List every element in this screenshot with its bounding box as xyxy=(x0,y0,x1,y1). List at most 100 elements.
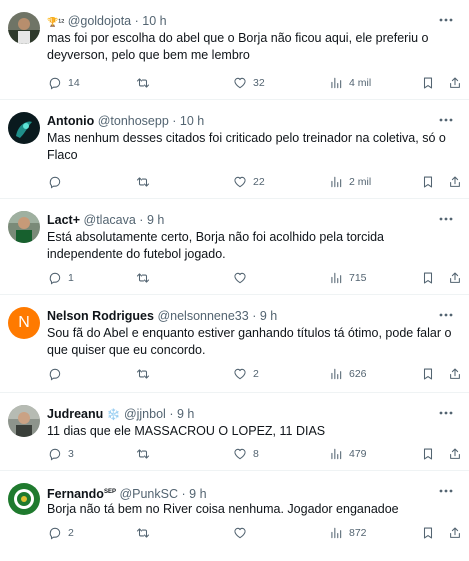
share-button[interactable] xyxy=(448,173,462,191)
user-name[interactable]: Lact+ xyxy=(47,213,80,227)
user-name[interactable]: Fernando xyxy=(47,487,104,501)
user-handle[interactable]: @jjnbol xyxy=(124,407,166,421)
more-options-icon[interactable] xyxy=(437,483,455,499)
share-button[interactable] xyxy=(448,524,462,542)
like-count: 8 xyxy=(253,448,259,460)
timestamp[interactable]: 10 h xyxy=(142,14,166,28)
retweet-button[interactable] xyxy=(136,173,156,191)
user-name[interactable]: Antonio xyxy=(47,114,94,128)
user-handle[interactable]: @tonhosepp xyxy=(98,114,169,128)
views-icon xyxy=(331,77,342,89)
like-button[interactable]: 22 xyxy=(233,173,265,191)
retweet-button[interactable] xyxy=(136,365,156,383)
share-button[interactable] xyxy=(448,365,462,383)
views-button[interactable]: 4 mil xyxy=(329,74,371,92)
retweet-button[interactable] xyxy=(136,74,156,92)
avatar[interactable] xyxy=(8,211,40,243)
user-handle[interactable]: @PunkSC xyxy=(119,487,178,501)
avatar[interactable] xyxy=(8,112,40,144)
share-button[interactable] xyxy=(448,445,462,463)
like-button[interactable]: 32 xyxy=(233,74,265,92)
tweet[interactable]: Judreanu ❄️ @jjnbol · 9 h 11 dias que el… xyxy=(0,393,469,471)
like-button[interactable] xyxy=(233,524,253,542)
heart-icon xyxy=(234,448,246,460)
action-bar: 14 32 4 mil xyxy=(47,74,461,92)
reply-button[interactable] xyxy=(48,173,68,191)
views-button[interactable]: 872 xyxy=(329,524,367,542)
timestamp[interactable]: 9 h xyxy=(189,487,206,501)
retweet-button[interactable] xyxy=(136,269,156,287)
user-handle[interactable]: @goldojota xyxy=(68,14,131,28)
like-count: 22 xyxy=(253,176,265,188)
reply-icon xyxy=(49,176,61,189)
reply-button[interactable]: 3 xyxy=(48,445,74,463)
retweet-button[interactable] xyxy=(136,445,156,463)
more-options-icon[interactable] xyxy=(437,12,455,28)
more-options-icon[interactable] xyxy=(437,307,455,323)
like-button[interactable] xyxy=(233,269,253,287)
bookmark-icon xyxy=(423,176,433,188)
avatar[interactable] xyxy=(8,12,40,44)
bookmark-button[interactable] xyxy=(421,173,435,191)
tweet-header: Antonio @tonhosepp · 10 h xyxy=(47,113,429,129)
avatar[interactable] xyxy=(8,483,40,515)
tweet[interactable]: Lact+ @tlacava · 9 h Está absolutamente … xyxy=(0,199,469,295)
heart-icon xyxy=(234,368,246,380)
more-options-icon[interactable] xyxy=(437,112,455,128)
like-button[interactable]: 8 xyxy=(233,445,259,463)
tweet-header: 🏆¹² @goldojota · 10 h xyxy=(47,13,429,30)
like-count: 32 xyxy=(253,77,265,89)
bookmark-icon xyxy=(423,448,433,460)
tweet-header: Lact+ @tlacava · 9 h xyxy=(47,212,429,228)
bookmark-icon xyxy=(423,527,433,539)
retweet-button[interactable] xyxy=(136,524,156,542)
bookmark-button[interactable] xyxy=(421,524,435,542)
tweet[interactable]: N Nelson Rodrigues @nelsonnene33 · 9 h S… xyxy=(0,295,469,393)
share-button[interactable] xyxy=(448,269,462,287)
reply-count: 2 xyxy=(68,527,74,539)
share-button[interactable] xyxy=(448,74,462,92)
avatar[interactable]: N xyxy=(8,307,40,339)
bookmark-button[interactable] xyxy=(421,365,435,383)
like-button[interactable]: 2 xyxy=(233,365,259,383)
action-bar: 2 626 xyxy=(47,365,461,383)
views-icon xyxy=(331,272,342,284)
reply-button[interactable] xyxy=(48,365,68,383)
timestamp[interactable]: 10 h xyxy=(180,114,204,128)
user-handle[interactable]: @tlacava xyxy=(84,213,136,227)
more-options-icon[interactable] xyxy=(437,405,455,421)
bookmark-icon xyxy=(423,77,433,89)
timestamp[interactable]: 9 h xyxy=(177,407,194,421)
share-icon xyxy=(450,77,460,88)
views-button[interactable]: 479 xyxy=(329,445,367,463)
bookmark-icon xyxy=(423,368,433,380)
reply-button[interactable]: 2 xyxy=(48,524,74,542)
tweet[interactable]: Antonio @tonhosepp · 10 h Mas nenhum des… xyxy=(0,100,469,199)
tweet-text: Mas nenhum desses citados foi criticado … xyxy=(47,131,446,162)
reply-button[interactable]: 1 xyxy=(48,269,74,287)
avatar[interactable] xyxy=(8,405,40,437)
views-count: 626 xyxy=(349,368,367,380)
user-handle[interactable]: @nelsonnene33 xyxy=(157,309,248,323)
tweet[interactable]: FernandoSEP @PunkSC · 9 h Borja não tá b… xyxy=(0,471,469,561)
more-options-icon[interactable] xyxy=(437,211,455,227)
tweet-text: 11 dias que ele MASSACROU O LOPEZ, 11 DI… xyxy=(47,424,326,438)
avatar-letter: N xyxy=(18,314,30,331)
reply-count: 1 xyxy=(68,272,74,284)
timestamp[interactable]: 9 h xyxy=(147,213,164,227)
bookmark-button[interactable] xyxy=(421,445,435,463)
reply-button[interactable]: 14 xyxy=(48,74,80,92)
timestamp[interactable]: 9 h xyxy=(260,309,277,323)
separator: · xyxy=(169,407,174,421)
tweet[interactable]: 🏆¹² @goldojota · 10 h mas foi por escolh… xyxy=(0,0,469,100)
bookmark-button[interactable] xyxy=(421,74,435,92)
snowflake-icon: ❄️ xyxy=(106,409,121,421)
views-button[interactable]: 626 xyxy=(329,365,367,383)
bookmark-button[interactable] xyxy=(421,269,435,287)
user-name[interactable]: Judreanu xyxy=(47,407,103,421)
views-button[interactable]: 2 mil xyxy=(329,173,371,191)
reply-icon xyxy=(49,448,61,461)
retweet-icon xyxy=(136,528,150,538)
views-button[interactable]: 715 xyxy=(329,269,367,287)
user-name[interactable]: Nelson Rodrigues xyxy=(47,309,154,323)
